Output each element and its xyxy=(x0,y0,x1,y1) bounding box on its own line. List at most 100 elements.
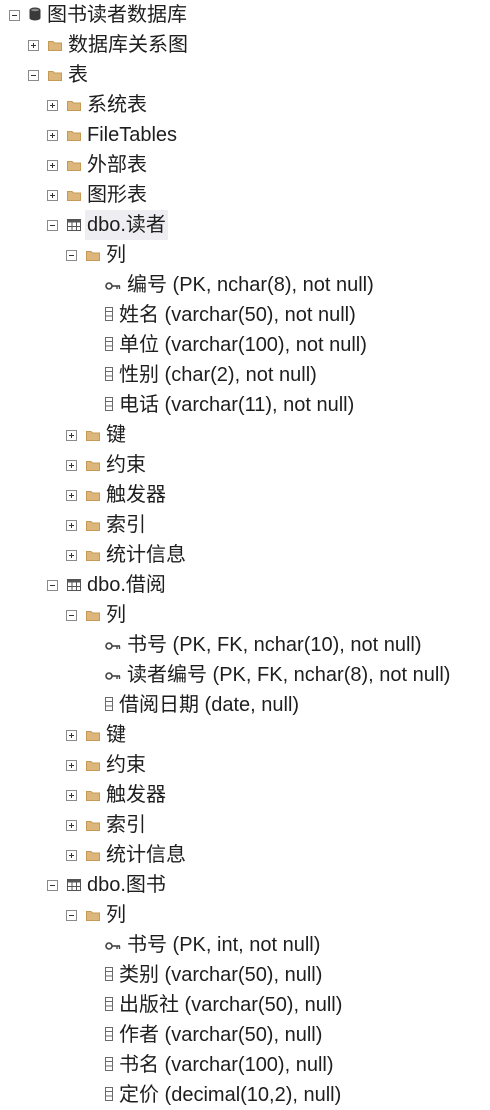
tree-node[interactable]: 类别 (varchar(50), null) xyxy=(85,960,324,990)
tree-node-label: 单位 (varchar(100), not null) xyxy=(119,334,367,356)
expand-icon[interactable] xyxy=(66,849,77,861)
key-icon xyxy=(105,660,121,690)
object-explorer-tree: 图书读者数据库 数据库关系图表系统表 FileTables 外部表 图形表 dbo.读者列… xyxy=(0,0,490,1109)
tree-node[interactable]: 图形表 xyxy=(47,180,149,210)
expand-icon[interactable] xyxy=(66,459,77,471)
tree-node-label: dbo.图书 xyxy=(87,874,166,896)
tree-node[interactable]: dbo.读者 xyxy=(47,210,168,240)
tree-node-label: 书名 (varchar(100), null) xyxy=(119,1054,334,1076)
tree-node[interactable]: 统计信息 xyxy=(66,540,188,570)
folder-icon xyxy=(86,240,100,270)
tree-node[interactable]: 键 xyxy=(66,420,128,450)
folder-icon xyxy=(86,840,100,870)
tree-node[interactable]: 外部表 xyxy=(47,150,149,180)
collapse-icon[interactable] xyxy=(66,909,77,921)
tree-node[interactable]: 读者编号 (PK, FK, nchar(8), not null) xyxy=(85,660,452,690)
tree-node-label: 表 xyxy=(68,64,88,86)
folder-icon xyxy=(67,150,81,180)
tree-node-label: 出版社 (varchar(50), null) xyxy=(119,994,343,1016)
folder-icon xyxy=(86,750,100,780)
tree-node[interactable]: 作者 (varchar(50), null) xyxy=(85,1020,324,1050)
expand-icon[interactable] xyxy=(28,39,39,51)
tree-node[interactable]: 姓名 (varchar(50), not null) xyxy=(85,300,358,330)
key-icon xyxy=(105,630,121,660)
tree-node[interactable]: dbo.图书 xyxy=(47,870,168,900)
expand-icon[interactable] xyxy=(47,159,58,171)
tree-node[interactable]: 书号 (PK, FK, nchar(10), not null) xyxy=(85,630,424,660)
collapse-icon[interactable] xyxy=(47,879,58,891)
tree-node[interactable]: 电话 (varchar(11), not null) xyxy=(85,390,356,420)
folder-icon xyxy=(67,90,81,120)
collapse-icon[interactable] xyxy=(47,579,58,591)
folder-icon xyxy=(86,810,100,840)
tree-node[interactable]: 触发器 xyxy=(66,480,168,510)
column-icon xyxy=(105,1050,113,1080)
column-icon xyxy=(105,960,113,990)
expand-icon[interactable] xyxy=(66,759,77,771)
key-icon xyxy=(105,930,121,960)
expand-icon[interactable] xyxy=(66,519,77,531)
expand-icon[interactable] xyxy=(66,729,77,741)
tree-node[interactable]: 单位 (varchar(100), not null) xyxy=(85,330,369,360)
tree-node[interactable]: 统计信息 xyxy=(66,840,188,870)
expand-icon[interactable] xyxy=(66,819,77,831)
tree-node-label: dbo.借阅 xyxy=(87,574,166,596)
folder-icon xyxy=(86,720,100,750)
tree-node-label: 触发器 xyxy=(106,784,166,806)
tree-node-label: 借阅日期 (date, null) xyxy=(119,694,300,716)
collapse-icon[interactable] xyxy=(47,219,58,231)
tree-node-label: 约束 xyxy=(106,754,146,776)
tree-node[interactable]: 借阅日期 (date, null) xyxy=(85,690,301,720)
expand-icon[interactable] xyxy=(66,489,77,501)
tree-node[interactable]: 出版社 (varchar(50), null) xyxy=(85,990,344,1020)
table-icon xyxy=(67,870,81,900)
tree-node[interactable]: 表 xyxy=(28,60,90,90)
expand-icon[interactable] xyxy=(66,429,77,441)
tree-node[interactable]: 列 xyxy=(66,600,128,630)
tree-node[interactable]: 约束 xyxy=(66,450,148,480)
tree-node[interactable]: 书名 (varchar(100), null) xyxy=(85,1050,336,1080)
tree-node[interactable]: 列 xyxy=(66,240,128,270)
expand-icon[interactable] xyxy=(47,129,58,141)
column-icon xyxy=(105,1080,113,1110)
tree-node[interactable]: 系统表 xyxy=(47,90,149,120)
collapse-icon[interactable] xyxy=(66,609,77,621)
folder-icon xyxy=(86,420,100,450)
column-icon xyxy=(105,1020,113,1050)
tree-node[interactable]: 编号 (PK, nchar(8), not null) xyxy=(85,270,376,300)
expand-icon[interactable] xyxy=(66,789,77,801)
tree-node-label: 定价 (decimal(10,2), null) xyxy=(119,1084,342,1106)
tree-node[interactable]: 索引 xyxy=(66,810,148,840)
tree-node-label: 图书读者数据库 xyxy=(47,4,187,26)
tree-node[interactable]: 索引 xyxy=(66,510,148,540)
expand-icon[interactable] xyxy=(66,549,77,561)
tree-node[interactable]: 图书读者数据库 xyxy=(9,0,189,30)
tree-node-label: 统计信息 xyxy=(106,544,186,566)
tree-node-label: 书号 (PK, int, not null) xyxy=(127,934,321,956)
tree-node[interactable]: 触发器 xyxy=(66,780,168,810)
tree-node[interactable]: 约束 xyxy=(66,750,148,780)
tree-node[interactable]: 列 xyxy=(66,900,128,930)
folder-icon xyxy=(86,450,100,480)
collapse-icon[interactable] xyxy=(66,249,77,261)
tree-node[interactable]: 定价 (decimal(10,2), null) xyxy=(85,1080,343,1110)
tree-node[interactable]: 键 xyxy=(66,720,128,750)
folder-icon xyxy=(86,780,100,810)
tree-node-label: 作者 (varchar(50), null) xyxy=(119,1024,323,1046)
folder-icon xyxy=(48,60,62,90)
tree-node-label: 系统表 xyxy=(87,94,147,116)
tree-node[interactable]: FileTables xyxy=(47,120,179,150)
tree-node-label: 列 xyxy=(106,604,126,626)
tree-node-label: 索引 xyxy=(106,514,146,536)
tree-node[interactable]: 数据库关系图 xyxy=(28,30,190,60)
tree-node[interactable]: dbo.借阅 xyxy=(47,570,168,600)
collapse-icon[interactable] xyxy=(28,69,39,81)
tree-node[interactable]: 性别 (char(2), not null) xyxy=(85,360,319,390)
tree-node[interactable]: 书号 (PK, int, not null) xyxy=(85,930,322,960)
folder-icon xyxy=(48,30,62,60)
collapse-icon[interactable] xyxy=(9,9,20,21)
tree-node-label: 约束 xyxy=(106,454,146,476)
folder-icon xyxy=(86,600,100,630)
expand-icon[interactable] xyxy=(47,99,58,111)
expand-icon[interactable] xyxy=(47,189,58,201)
